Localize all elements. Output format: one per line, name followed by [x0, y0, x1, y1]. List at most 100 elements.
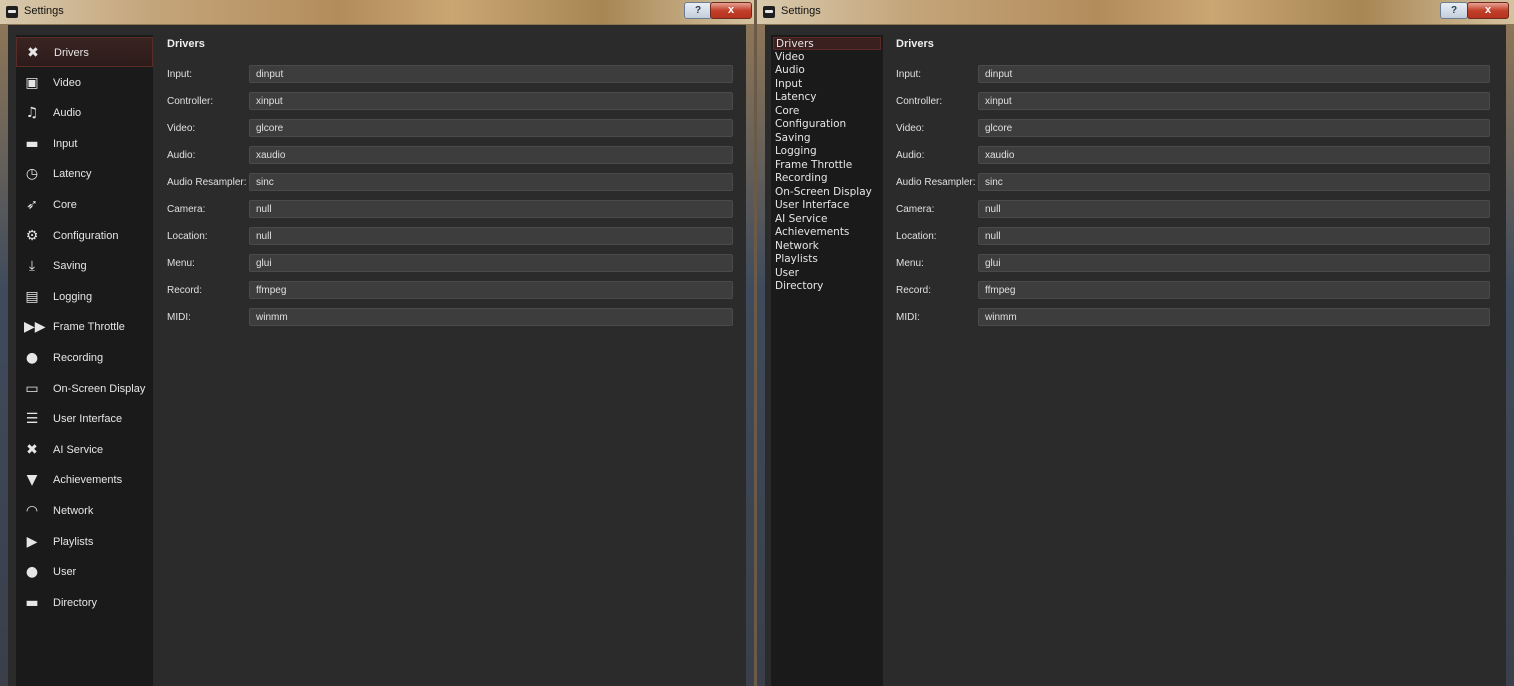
setting-label: Camera: — [896, 204, 935, 215]
driver-select[interactable]: null — [978, 227, 1490, 245]
playlist-file-icon: ▶ — [26, 533, 38, 550]
sidebar-item-input[interactable]: Input — [773, 78, 881, 91]
window-frame-left — [0, 24, 8, 686]
sidebar-item-video[interactable]: Video — [773, 51, 881, 64]
driver-select[interactable]: glui — [978, 254, 1490, 272]
sidebar-item-video[interactable]: ▣ Video — [16, 68, 153, 98]
sidebar-item-frame-throttle[interactable]: Frame Throttle — [773, 159, 881, 172]
setting-row: Location: null — [883, 227, 1501, 247]
sidebar-item-logging[interactable]: ▤ Logging — [16, 282, 153, 312]
sidebar-item-label: Recording — [775, 172, 828, 184]
sidebar-item-label: Video — [53, 76, 81, 89]
sidebar-item-playlists[interactable]: Playlists — [773, 253, 881, 266]
sidebar-item-user[interactable]: User — [773, 267, 881, 280]
sidebar-item-label: AI Service — [775, 212, 828, 225]
driver-select[interactable]: winmm — [249, 308, 733, 326]
sidebar-item-user-interface[interactable]: User Interface — [773, 199, 881, 212]
window-frame-right — [1506, 24, 1514, 686]
close-button[interactable]: x — [1467, 2, 1509, 19]
driver-select[interactable]: null — [249, 227, 733, 245]
driver-select[interactable]: xaudio — [978, 146, 1490, 164]
sidebar-item-label: Frame Throttle — [775, 158, 853, 171]
sidebar-item-label: Playlists — [53, 535, 94, 548]
sidebar-item-network[interactable]: Network — [773, 240, 881, 253]
sidebar-item-label: User — [53, 566, 77, 579]
trophy-icon: ▼ — [26, 472, 38, 489]
driver-select[interactable]: xinput — [978, 92, 1490, 110]
sidebar-item-on-screen-display[interactable]: On-Screen Display — [773, 186, 881, 199]
setting-row: Menu: glui — [154, 254, 746, 274]
sidebar-item-label: Drivers — [776, 38, 814, 50]
driver-value: ffmpeg — [985, 285, 1016, 296]
sidebar-item-directory[interactable]: ▬ Directory — [16, 588, 153, 618]
sidebar-item-label: Latency — [775, 91, 817, 103]
sidebar-item-frame-throttle[interactable]: ▶▶ Frame Throttle — [16, 312, 153, 342]
driver-select[interactable]: sinc — [249, 173, 733, 191]
driver-select[interactable]: glui — [249, 254, 733, 272]
sidebar-item-latency[interactable]: Latency — [773, 91, 881, 104]
sidebar-item-saving[interactable]: ⤓ Saving — [16, 251, 153, 281]
sidebar-item-label: Core — [53, 199, 77, 211]
driver-value: null — [256, 204, 272, 215]
user-icon: ● — [25, 564, 39, 581]
setting-label: MIDI: — [167, 312, 191, 323]
sidebar-item-audio[interactable]: Audio — [773, 64, 881, 77]
section-title: Drivers — [167, 38, 205, 50]
sidebar-item-ai-service[interactable]: ✖ AI Service — [16, 435, 153, 465]
driver-select[interactable]: sinc — [978, 173, 1490, 191]
sidebar-item-latency[interactable]: ◷ Latency — [16, 159, 153, 189]
setting-row: MIDI: winmm — [883, 308, 1501, 328]
help-button[interactable]: ? — [684, 2, 712, 19]
video-camera-icon: ● — [25, 350, 39, 366]
help-button[interactable]: ? — [1440, 2, 1468, 19]
sidebar-item-recording[interactable]: ● Recording — [16, 343, 153, 373]
settings-window-icons: Settings ? x ✖ Drivers ▣ Video ♫ Audio ▬ Input ◷… — [0, 0, 754, 686]
sidebar-item-audio[interactable]: ♫ Audio — [16, 98, 153, 128]
sidebar-item-user[interactable]: ● User — [16, 557, 153, 587]
driver-select[interactable]: xinput — [249, 92, 733, 110]
driver-select[interactable]: glcore — [978, 119, 1490, 137]
sidebar-item-label: Achievements — [775, 226, 850, 238]
driver-select[interactable]: dinput — [978, 65, 1490, 83]
sidebar-item-achievements[interactable]: Achievements — [773, 226, 881, 239]
driver-select[interactable]: null — [978, 200, 1490, 218]
driver-select[interactable]: null — [249, 200, 733, 218]
sidebar-item-network[interactable]: ◠ Network — [16, 496, 153, 526]
sidebar-item-drivers[interactable]: Drivers — [773, 37, 881, 50]
sidebar-item-directory[interactable]: Directory — [773, 280, 881, 293]
driver-select[interactable]: glcore — [249, 119, 733, 137]
rocket-icon: ➶ — [26, 197, 38, 213]
music-note-icon: ♫ — [25, 105, 39, 122]
sidebar-item-on-screen-display[interactable]: ▭ On-Screen Display — [16, 374, 153, 404]
sidebar-item-input[interactable]: ▬ Input — [16, 129, 153, 159]
sidebar-item-recording[interactable]: Recording — [773, 172, 881, 185]
driver-select[interactable]: xaudio — [249, 146, 733, 164]
driver-value: dinput — [985, 69, 1013, 80]
sidebar-item-configuration[interactable]: ⚙ Configuration — [16, 221, 153, 251]
sidebar-item-label: Saving — [775, 131, 811, 144]
setting-row: Camera: null — [154, 200, 746, 220]
sidebar-item-logging[interactable]: Logging — [773, 145, 881, 158]
sidebar-item-label: Recording — [53, 352, 104, 364]
sidebar-item-core[interactable]: Core — [773, 105, 881, 118]
sidebar-item-configuration[interactable]: Configuration — [773, 118, 881, 131]
sidebar-item-user-interface[interactable]: ☰ User Interface — [16, 404, 153, 434]
driver-select[interactable]: ffmpeg — [249, 281, 733, 299]
driver-select[interactable]: dinput — [249, 65, 733, 83]
sidebar-item-saving[interactable]: Saving — [773, 132, 881, 145]
title-bar[interactable]: Settings ? x — [757, 0, 1514, 25]
sidebar-item-achievements[interactable]: ▼ Achievements — [16, 465, 153, 495]
title-bar[interactable]: Settings ? x — [0, 0, 754, 25]
driver-select[interactable]: winmm — [978, 308, 1490, 326]
sidebar-item-playlists[interactable]: ▶ Playlists — [16, 527, 153, 557]
sidebar-item-drivers[interactable]: ✖ Drivers — [16, 37, 153, 67]
driver-select[interactable]: ffmpeg — [978, 281, 1490, 299]
sidebar-item-label: Audio — [775, 64, 805, 76]
download-icon: ⤓ — [28, 258, 36, 275]
close-button[interactable]: x — [710, 2, 752, 19]
setting-label: Menu: — [167, 258, 195, 269]
sidebar-item-core[interactable]: ➶ Core — [16, 190, 153, 220]
sidebar-item-ai-service[interactable]: AI Service — [773, 213, 881, 226]
setting-row: Audio: xaudio — [883, 146, 1501, 166]
driver-value: xaudio — [985, 150, 1015, 161]
